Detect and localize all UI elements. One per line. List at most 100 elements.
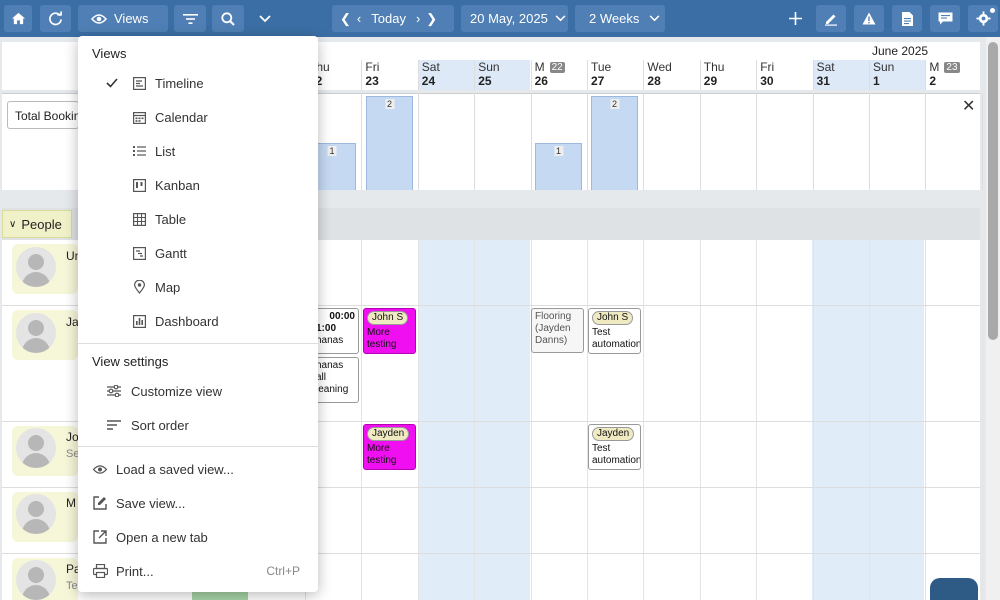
event-time: 1:00 <box>316 323 337 334</box>
day-column-header[interactable]: Tue 27 <box>587 60 643 90</box>
load-saved-view-item[interactable]: Load a saved view... <box>78 455 318 483</box>
view-option-label: Dashboard <box>155 313 219 329</box>
day-number: 31 <box>816 74 830 88</box>
view-option-kanban[interactable]: Kanban <box>78 171 318 199</box>
assignee-chip: John S <box>592 311 634 325</box>
event-card[interactable]: Jayden Test automation <box>588 424 641 470</box>
prev-day-icon[interactable]: ‹ <box>357 11 361 26</box>
grid-line <box>474 93 476 190</box>
messages-button[interactable] <box>930 5 960 32</box>
day-column-header[interactable]: Sun 25 <box>474 60 531 90</box>
view-option-timeline[interactable]: Timeline <box>78 69 318 97</box>
grid-line <box>925 93 927 190</box>
grid-line <box>361 93 363 190</box>
close-icon[interactable]: ✕ <box>962 96 975 116</box>
customize-view-label: Customize view <box>131 383 223 399</box>
customize-view-item[interactable]: Customize view <box>78 377 318 405</box>
view-option-label: Kanban <box>155 177 200 193</box>
search-button[interactable] <box>212 5 244 32</box>
chevron-down-icon <box>649 15 660 22</box>
top-toolbar: Views ❮ ‹ Today › ❯ 20 May, 2025 2 Weeks <box>0 0 1000 37</box>
refresh-button[interactable] <box>40 5 71 32</box>
summary-count: 2 <box>609 99 620 109</box>
view-option-list[interactable]: List <box>78 137 318 165</box>
day-number: 30 <box>760 74 774 88</box>
day-number: 29 <box>703 74 718 88</box>
day-column-header[interactable]: Sun 1 <box>869 60 925 90</box>
day-number: 1 <box>873 74 880 88</box>
view-option-dashboard[interactable]: Dashboard <box>78 307 318 335</box>
edit-button[interactable] <box>816 5 846 32</box>
week-number-badge: 22 <box>549 62 565 73</box>
total-bookings-field[interactable]: Total Bookings <box>7 101 79 129</box>
alerts-button[interactable] <box>854 5 884 32</box>
person-name: Ja <box>66 315 79 329</box>
sort-order-item[interactable]: Sort order <box>78 411 318 439</box>
today-button[interactable]: Today <box>371 11 406 26</box>
day-column-header[interactable]: Sat 24 <box>417 60 474 90</box>
documents-button[interactable] <box>892 5 922 32</box>
assignee-chip: Jayden <box>592 427 635 441</box>
grid-line <box>869 240 870 600</box>
view-option-map[interactable]: Map <box>78 273 318 301</box>
settings-button[interactable] <box>968 5 998 32</box>
next-day-icon[interactable]: › <box>416 11 420 26</box>
event-card[interactable]: hanas all leaning <box>312 357 359 403</box>
date-picker-button[interactable]: 20 May, 2025 <box>461 5 568 32</box>
day-column-header[interactable]: Wed 28 <box>643 60 699 90</box>
day-column-header[interactable]: Fri 30 <box>756 60 812 90</box>
day-name: Sat <box>816 60 835 74</box>
avatar <box>16 494 56 534</box>
print-item[interactable]: Print... Ctrl+P <box>78 557 318 585</box>
next-period-icon[interactable]: ❯ <box>426 11 437 27</box>
range-select-button[interactable]: 2 Weeks <box>575 5 665 32</box>
day-column-header[interactable]: Sat 31 <box>812 60 869 90</box>
external-link-icon <box>92 529 108 545</box>
people-group-label: People <box>21 216 62 232</box>
view-option-gantt[interactable]: Gantt <box>78 239 318 267</box>
grid-line <box>530 240 532 600</box>
print-label: Print... <box>116 563 154 579</box>
day-column-header[interactable]: M 23 2 <box>925 60 981 90</box>
floating-action-button[interactable] <box>930 578 978 600</box>
pencil-icon <box>825 14 837 26</box>
event-title: hanas all leaning <box>316 360 349 395</box>
day-column-header[interactable]: M 22 26 <box>530 60 587 90</box>
event-card[interactable]: John S More testing <box>363 308 416 354</box>
weekend-band <box>418 240 474 600</box>
add-button[interactable] <box>782 5 808 32</box>
save-view-item[interactable]: Save view... <box>78 489 318 517</box>
weekend-band <box>474 240 530 600</box>
view-option-table[interactable]: Table <box>78 205 318 233</box>
status-strip <box>192 592 248 600</box>
refresh-icon <box>49 11 62 26</box>
event-card[interactable]: Jayden More testing <box>363 424 416 470</box>
filter-button[interactable] <box>174 5 206 32</box>
event-card[interactable]: John S Test automation <box>588 308 641 354</box>
scrollbar-thumb[interactable] <box>988 42 998 340</box>
more-dropdown-button[interactable] <box>252 5 278 32</box>
day-column-header[interactable]: Fri 23 <box>361 60 417 90</box>
grid-line <box>699 240 701 600</box>
search-icon <box>221 11 235 26</box>
grid-line <box>587 93 588 190</box>
summary-bar[interactable]: 2 <box>366 96 413 190</box>
summary-bar[interactable]: 1 <box>535 143 582 190</box>
views-button[interactable]: Views <box>78 5 168 32</box>
view-option-calendar[interactable]: Calendar <box>78 103 318 131</box>
chevron-down-icon <box>259 14 271 22</box>
day-column-header[interactable]: Thu 29 <box>699 60 756 90</box>
open-new-tab-item[interactable]: Open a new tab <box>78 523 318 551</box>
event-title: Flooring (Jayden Danns) <box>535 311 572 346</box>
people-group-toggle[interactable]: ∨ People <box>2 210 72 238</box>
day-name: Fri <box>760 60 775 74</box>
grid-line <box>474 240 476 600</box>
summary-bar[interactable]: 2 <box>591 96 638 190</box>
day-number: 27 <box>591 74 605 88</box>
event-card[interactable]: 00:00 1:00 hanas <box>312 308 359 354</box>
home-button[interactable] <box>4 5 32 32</box>
calendar-icon <box>131 109 147 125</box>
assignee-chip: Jayden <box>367 427 410 441</box>
prev-period-icon[interactable]: ❮ <box>340 11 351 27</box>
event-card[interactable]: Flooring (Jayden Danns) <box>531 308 584 353</box>
